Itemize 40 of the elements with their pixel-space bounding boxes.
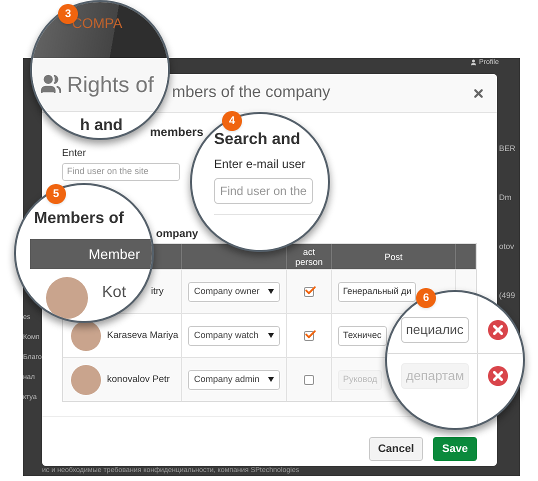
delete-icon[interactable] [488, 366, 508, 386]
close-icon[interactable] [472, 86, 485, 100]
avatar [71, 320, 101, 350]
member-name: Karaseva Mariya [107, 329, 178, 342]
cancel-button[interactable]: Cancel [369, 437, 423, 461]
modal-title: mbers of the company [172, 83, 330, 103]
caret-icon [268, 333, 274, 338]
contact-checkbox[interactable] [304, 286, 314, 296]
contact-checkbox[interactable] [304, 330, 314, 340]
post-field[interactable]: Техничес [338, 326, 386, 346]
section-heading: Members of [33, 209, 125, 229]
field-label: Enter [62, 148, 86, 160]
column-header: Member [88, 244, 140, 264]
page-text: (499 [499, 291, 516, 300]
role-select[interactable]: Company owner [188, 282, 280, 302]
member-name: konovalov Petr [107, 373, 170, 386]
section-heading: Search and [214, 130, 300, 150]
member-name: Kot [102, 283, 126, 303]
avatar [46, 277, 88, 319]
section-heading: h and [80, 117, 123, 134]
save-button[interactable]: Save [433, 437, 477, 461]
post-field[interactable]: пециалис [401, 316, 469, 342]
profile-icon [470, 59, 477, 66]
section-heading: ompany [156, 227, 198, 241]
avatar [71, 364, 101, 394]
column-header: Post [383, 252, 404, 262]
caret-icon [268, 289, 274, 294]
caret-icon [268, 377, 274, 382]
role-select[interactable]: Company watch [188, 326, 280, 346]
page-text: otov [499, 242, 516, 251]
section-heading: members [150, 125, 204, 139]
member-name: itry [151, 285, 164, 298]
column-header: act person [294, 246, 324, 266]
post-field[interactable]: Генеральный ди [338, 282, 416, 302]
delete-icon[interactable] [488, 320, 508, 340]
page-text: Dm [499, 193, 512, 202]
field-label: Enter e-mail user [214, 156, 306, 172]
page-text: BER [499, 144, 516, 153]
modal-title: Rights of [67, 70, 154, 99]
group-icon [40, 73, 62, 96]
